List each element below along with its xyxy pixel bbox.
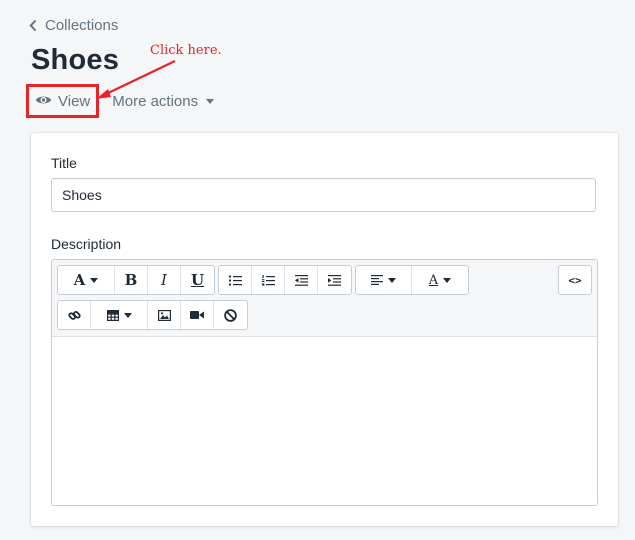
indent-icon bbox=[328, 274, 341, 286]
text-color-icon: A bbox=[428, 272, 439, 288]
page-actions: View More actions bbox=[26, 84, 215, 118]
font-style-icon: A bbox=[73, 271, 86, 289]
align-left-icon bbox=[371, 275, 383, 285]
image-button[interactable] bbox=[148, 301, 181, 329]
breadcrumb-label: Collections bbox=[45, 17, 119, 34]
clear-formatting-button[interactable] bbox=[214, 301, 247, 329]
italic-icon: I bbox=[161, 271, 167, 289]
alignment-color-group: A bbox=[355, 265, 469, 295]
italic-button[interactable]: I bbox=[148, 266, 181, 294]
breadcrumb-collections[interactable]: Collections bbox=[29, 17, 118, 34]
outdent-icon bbox=[294, 274, 308, 286]
view-button-label: View bbox=[58, 92, 91, 110]
source-code-icon: <> bbox=[568, 273, 582, 287]
video-button[interactable] bbox=[181, 301, 214, 329]
numbered-list-icon bbox=[261, 274, 275, 286]
caret-down-icon bbox=[443, 277, 452, 283]
bullet-list-icon bbox=[228, 275, 242, 286]
title-input[interactable] bbox=[51, 178, 596, 212]
link-button[interactable] bbox=[58, 301, 91, 329]
underline-button[interactable]: U bbox=[181, 266, 214, 294]
more-actions-label: More actions bbox=[112, 92, 199, 110]
annotation-callout: Click here. bbox=[150, 43, 222, 58]
indent-button[interactable] bbox=[318, 266, 351, 294]
caret-down-icon bbox=[388, 277, 396, 283]
page-title: Shoes bbox=[31, 44, 120, 76]
chevron-left-icon bbox=[29, 19, 37, 32]
eye-icon bbox=[35, 93, 52, 110]
list-group bbox=[218, 265, 352, 295]
text-color-button[interactable]: A bbox=[412, 266, 468, 294]
bullet-list-button[interactable] bbox=[219, 266, 252, 294]
source-group: <> bbox=[558, 265, 592, 295]
caret-down-icon bbox=[90, 277, 99, 283]
image-icon bbox=[157, 309, 171, 321]
underline-icon: U bbox=[190, 271, 205, 289]
table-icon bbox=[106, 309, 119, 321]
title-label: Title bbox=[51, 155, 77, 171]
bold-button[interactable]: B bbox=[115, 266, 148, 294]
font-style-button[interactable]: A bbox=[58, 266, 115, 294]
view-button[interactable]: View bbox=[26, 84, 100, 118]
text-format-group: A B I U bbox=[57, 265, 215, 295]
source-code-button[interactable]: <> bbox=[559, 266, 591, 294]
collection-card: Title Description A B I U bbox=[31, 133, 618, 526]
description-label: Description bbox=[51, 236, 122, 252]
outdent-button[interactable] bbox=[285, 266, 318, 294]
description-textarea[interactable] bbox=[52, 337, 597, 505]
numbered-list-button[interactable] bbox=[252, 266, 285, 294]
table-button[interactable] bbox=[91, 301, 148, 329]
editor-toolbar: A B I U A <> bbox=[52, 260, 597, 337]
bold-icon: B bbox=[124, 271, 138, 289]
video-icon bbox=[190, 310, 204, 320]
caret-down-icon bbox=[123, 312, 132, 318]
description-editor: A B I U A <> bbox=[51, 259, 598, 506]
caret-down-icon bbox=[206, 98, 215, 104]
insert-group bbox=[57, 300, 248, 330]
clear-formatting-icon bbox=[224, 308, 237, 322]
align-button[interactable] bbox=[356, 266, 412, 294]
link-icon bbox=[67, 309, 81, 322]
more-actions-button[interactable]: More actions bbox=[112, 92, 215, 110]
